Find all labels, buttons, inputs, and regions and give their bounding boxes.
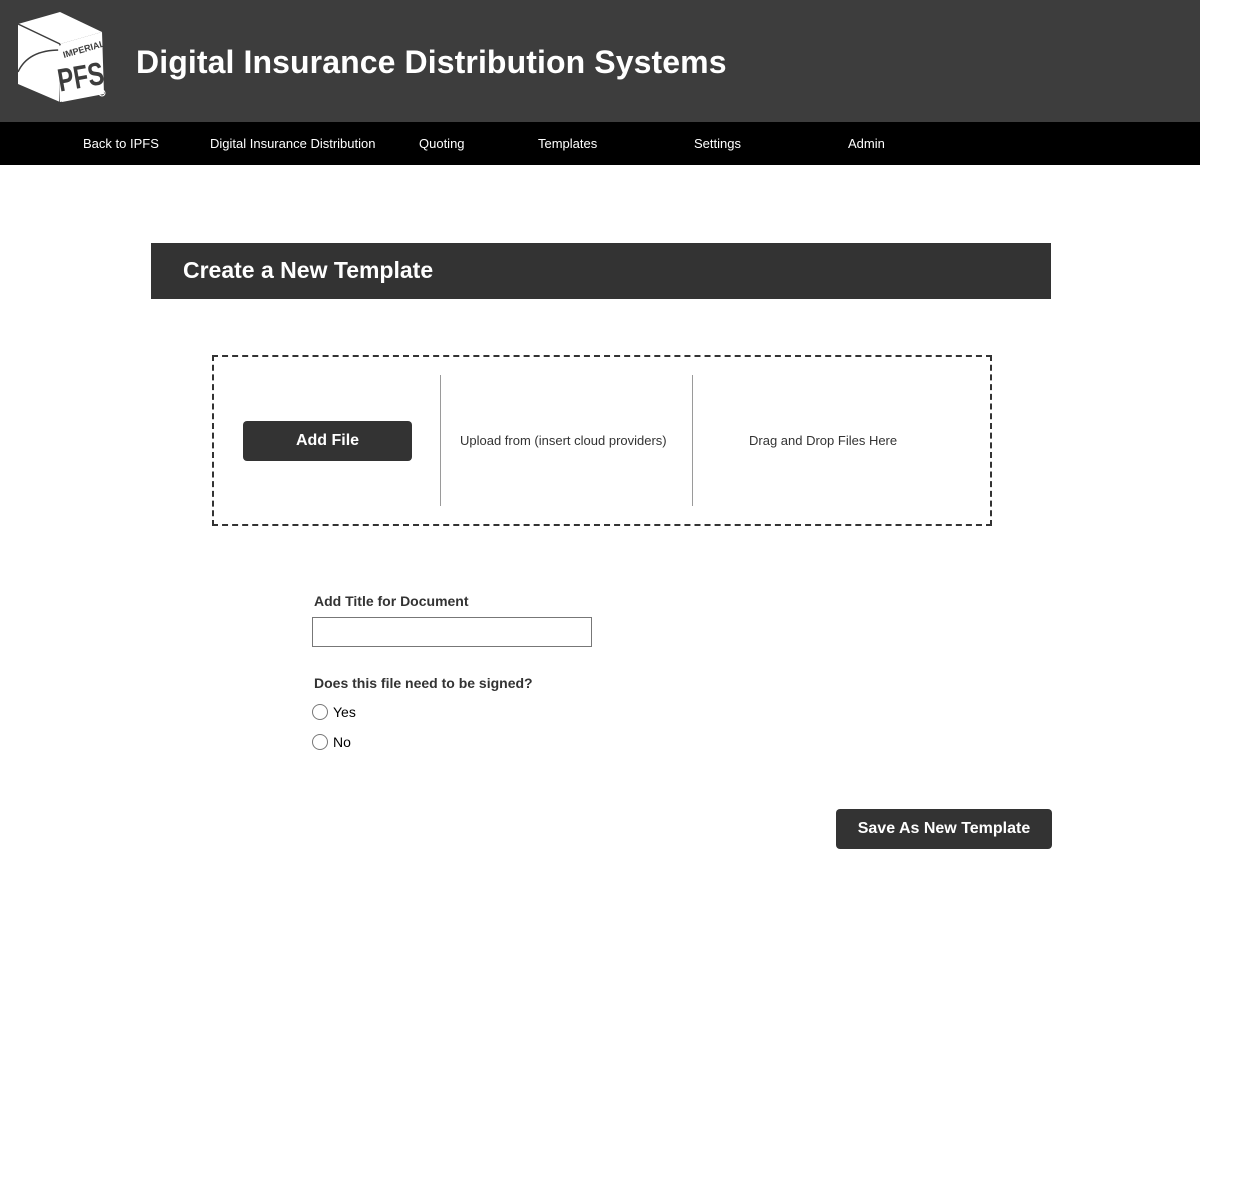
radio-option-yes[interactable]: Yes [312,703,356,721]
radio-option-no[interactable]: No [312,733,351,751]
site-title: Digital Insurance Distribution Systems [136,44,727,80]
nav-item-admin[interactable]: Admin [848,122,885,165]
document-title-label: Add Title for Document [314,593,469,609]
drag-drop-label: Drag and Drop Files Here [749,433,898,448]
radio-button-no[interactable] [312,734,328,750]
top-header: IMPERIAL PFS Digital Insurance Distribut… [0,0,1200,122]
nav-item-back-to-ipfs[interactable]: Back to IPFS [83,122,159,165]
file-upload-dropzone[interactable]: Add File Upload from (insert cloud provi… [212,355,992,526]
nav-item-settings[interactable]: Settings [694,122,741,165]
radio-label-yes: Yes [333,704,356,720]
logo-cube-icon: IMPERIAL PFS [17,12,107,102]
signature-question-label: Does this file need to be signed? [314,675,533,691]
upload-divider [692,375,693,506]
radio-label-no: No [333,734,351,750]
page-header: Create a New Template [151,243,1051,299]
radio-button-yes[interactable] [312,704,328,720]
add-file-button[interactable]: Add File [243,421,412,461]
document-title-input[interactable] [312,617,592,647]
nav-item-templates[interactable]: Templates [538,122,597,165]
main-nav: Back to IPFS Digital Insurance Distribut… [0,122,1200,165]
nav-item-quoting[interactable]: Quoting [419,122,465,165]
upload-from-cloud-link[interactable]: Upload from (insert cloud providers) [460,433,667,448]
page-title: Create a New Template [183,257,434,283]
nav-item-digital-insurance-distribution[interactable]: Digital Insurance Distribution [210,122,375,165]
imperial-pfs-logo[interactable]: IMPERIAL PFS [14,10,110,106]
upload-divider [440,375,441,506]
save-as-new-template-button[interactable]: Save As New Template [836,809,1052,849]
